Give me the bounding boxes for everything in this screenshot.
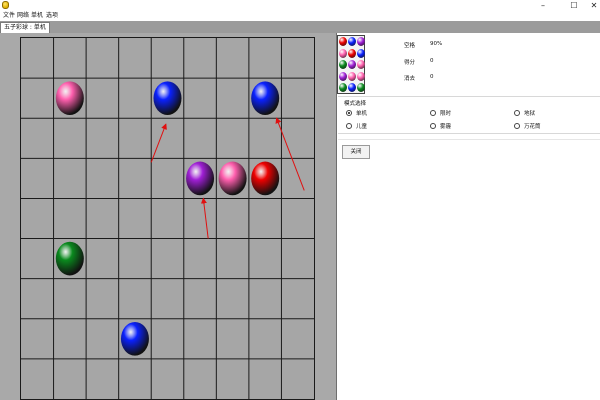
app-icon: [2, 1, 9, 9]
radio-unselected-icon: [346, 122, 352, 129]
preview-ball-blue: [348, 37, 356, 46]
capacity-value: 90%: [430, 41, 443, 47]
mode-label-hell: 地狱: [524, 110, 536, 117]
radio-unselected-icon: [430, 122, 436, 129]
capacity-label: 空格: [404, 43, 416, 49]
ball-pink[interactable]: [218, 161, 247, 196]
score-label: 得分: [404, 60, 416, 66]
ball-green[interactable]: [55, 241, 84, 276]
preview-ball-green: [339, 60, 347, 69]
ball-blue[interactable]: [120, 321, 149, 356]
mode-label-child: 儿童: [356, 123, 368, 130]
mode-radio-kaleidoscope[interactable]: 万花筒: [514, 122, 541, 130]
mode-radio-single[interactable]: 单机: [346, 109, 368, 117]
menu-item-single[interactable]: 单机: [30, 11, 44, 21]
preview-ball-pink: [348, 71, 356, 81]
ball-blue[interactable]: [153, 81, 182, 116]
ball-purple[interactable]: [186, 161, 215, 196]
close-window-button[interactable]: ✕: [584, 0, 600, 11]
preview-ball-blue: [348, 83, 356, 92]
radio-unselected-icon: [514, 122, 520, 129]
preview-ball-purple: [357, 37, 365, 46]
annotation-arrow: [200, 197, 209, 239]
preview-ball-green: [357, 83, 365, 92]
mode-selection-group: 模式选择 单机 限时 地狱 儿童 雾霾 万花筒: [338, 96, 600, 134]
tab-strip: [0, 21, 600, 33]
annotation-arrow: [150, 123, 167, 163]
ball-pink[interactable]: [55, 81, 84, 116]
preview-ball-pink: [339, 48, 347, 58]
radio-unselected-icon: [514, 109, 520, 116]
mode-radio-fog[interactable]: 雾霾: [430, 122, 452, 130]
eliminated-value: 0: [430, 74, 434, 80]
game-board[interactable]: [20, 37, 315, 400]
next-balls-preview: [337, 35, 365, 94]
mode-radio-timed[interactable]: 限时: [430, 109, 452, 117]
menu-item-file[interactable]: 文件: [2, 11, 16, 21]
radio-unselected-icon: [430, 109, 436, 116]
side-panel: 空格 90% 得分 0 消去 0 模式选择 单机 限时 地狱 儿童 雾霾 万花筒…: [336, 33, 600, 400]
preview-ball-green: [339, 83, 347, 92]
mode-radio-hell[interactable]: 地狱: [514, 109, 536, 117]
tab-single-game[interactable]: 五子彩球 : 单机: [0, 22, 50, 33]
score-value: 0: [430, 58, 434, 64]
ball-red[interactable]: [251, 161, 280, 196]
close-button[interactable]: 关闭: [342, 145, 370, 159]
mode-label-single: 单机: [356, 110, 368, 117]
mode-radio-child[interactable]: 儿童: [346, 122, 368, 130]
preview-ball-red: [348, 48, 356, 58]
menu-item-network[interactable]: 网络: [16, 11, 30, 21]
maximize-button[interactable]: ☐: [564, 0, 584, 11]
preview-ball-purple: [339, 71, 347, 81]
preview-ball-pink: [357, 71, 365, 81]
title-bar: – ☐ ✕: [0, 0, 600, 11]
mode-selection-title: 模式选择: [344, 101, 367, 107]
board-grid[interactable]: [21, 38, 314, 399]
game-window: – ☐ ✕ 文件 网络 单机 选项 五子彩球 : 单机 空格 90% 得分 0 …: [0, 0, 600, 400]
menu-item-options[interactable]: 选项: [45, 11, 59, 21]
preview-ball-purple: [348, 60, 356, 69]
divider: [338, 139, 600, 140]
minimize-button[interactable]: –: [533, 0, 553, 11]
preview-ball-pink: [357, 60, 365, 69]
preview-ball-blue: [357, 48, 365, 58]
menu-bar: 文件 网络 单机 选项: [0, 11, 600, 21]
ball-blue[interactable]: [251, 81, 280, 116]
radio-selected-icon: [346, 109, 352, 116]
mode-label-fog: 雾霾: [440, 123, 452, 130]
mode-label-kaleidoscope: 万花筒: [524, 123, 541, 130]
mode-label-timed: 限时: [440, 110, 452, 117]
board-panel: [0, 33, 336, 400]
preview-ball-red: [339, 37, 347, 46]
annotation-arrow: [275, 117, 305, 191]
eliminated-label: 消去: [404, 76, 416, 82]
